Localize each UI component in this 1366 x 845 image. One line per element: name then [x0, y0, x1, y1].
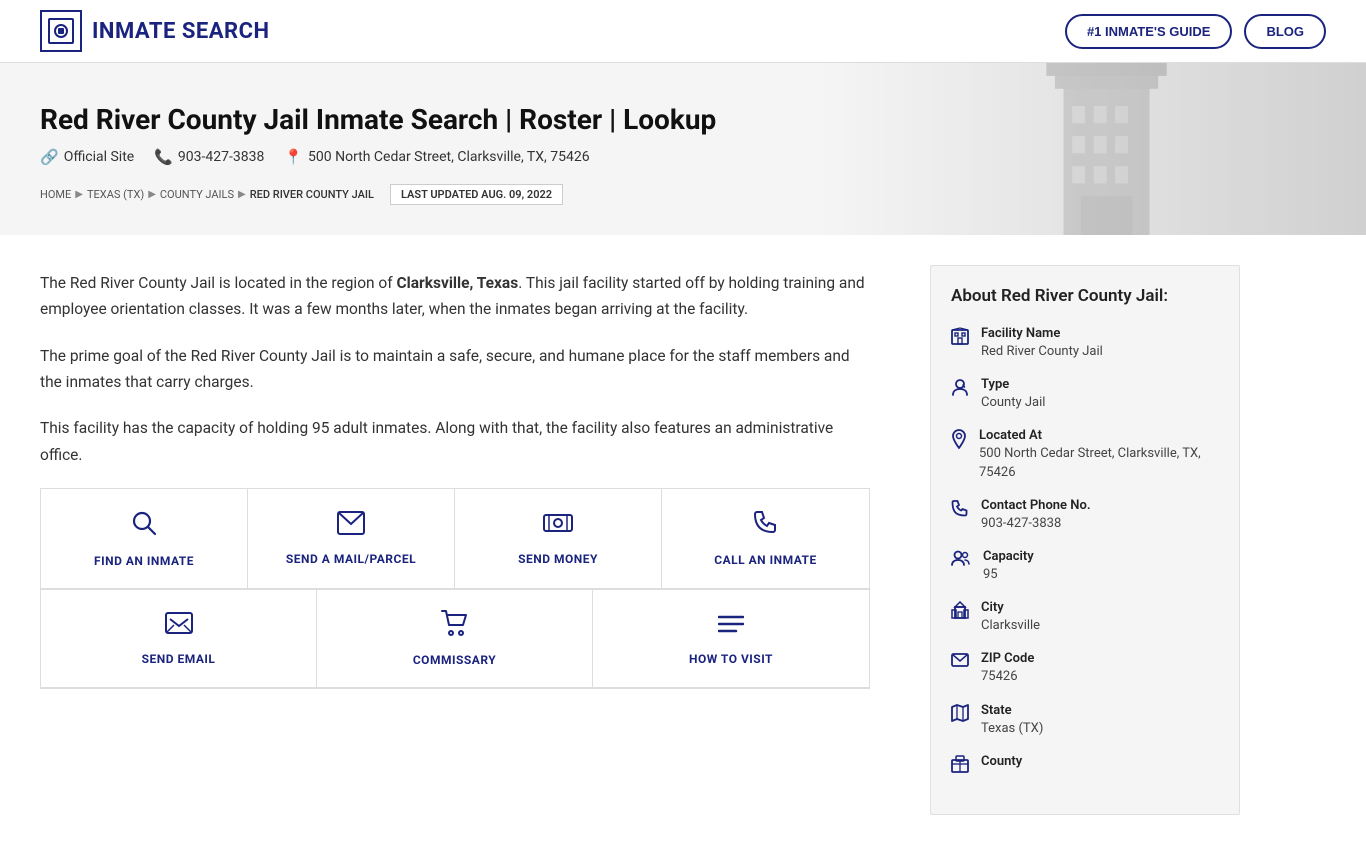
- hero-phone: 903-427-3838: [178, 149, 264, 165]
- call-icon: [753, 510, 779, 543]
- sidebar-phone: Contact Phone No. 903-427-3838: [951, 498, 1219, 533]
- official-site-label: Official Site: [64, 149, 135, 165]
- sidebar-facility-name: Facility Name Red River County Jail: [951, 326, 1219, 361]
- sidebar-phone-icon: [951, 499, 969, 522]
- breadcrumb-county-jails[interactable]: COUNTY JAILS: [160, 188, 234, 201]
- action-grid-row2: SEND EMAIL COMMISSARY: [40, 590, 870, 689]
- sidebar-zip: ZIP Code 75426: [951, 651, 1219, 686]
- action-find-inmate[interactable]: FIND AN INMATE: [41, 489, 248, 589]
- breadcrumb-updated: LAST UPDATED AUG. 09, 2022: [390, 184, 563, 205]
- action-send-mail[interactable]: SEND A MAIL/PARCEL: [248, 489, 455, 589]
- guide-button[interactable]: #1 INMATE'S GUIDE: [1065, 14, 1232, 49]
- address-meta: 📍 500 North Cedar Street, Clarksville, T…: [284, 148, 589, 166]
- breadcrumb-sep-2: ▶: [148, 189, 156, 200]
- main-content: The Red River County Jail is located in …: [40, 235, 910, 845]
- phone-label: Contact Phone No.: [981, 498, 1091, 513]
- search-icon: [130, 509, 158, 544]
- type-label: Type: [981, 377, 1045, 392]
- mail-icon: [337, 511, 365, 542]
- money-icon: [543, 511, 573, 542]
- location-value: 500 North Cedar Street, Clarksville, TX,…: [979, 445, 1219, 481]
- pin-icon: [951, 429, 967, 454]
- sidebar-city: City Clarksville: [951, 600, 1219, 635]
- commissary-label: COMMISSARY: [413, 653, 496, 667]
- how-to-visit-label: HOW TO VISIT: [689, 652, 773, 666]
- logo-link[interactable]: INMATE SEARCH: [40, 10, 270, 52]
- paragraph-2: The prime goal of the Red River County J…: [40, 343, 870, 396]
- sidebar-card: About Red River County Jail: Facility Na…: [930, 265, 1240, 815]
- cart-icon: [441, 610, 469, 643]
- sidebar-location: Located At 500 North Cedar Street, Clark…: [951, 428, 1219, 481]
- action-commissary[interactable]: COMMISSARY: [317, 590, 593, 688]
- city-icon: [951, 601, 969, 624]
- capacity-value: 95: [983, 566, 1034, 584]
- action-send-email[interactable]: SEND EMAIL: [41, 590, 317, 688]
- action-grid-row1: FIND AN INMATE SEND A MAIL/PARCEL: [40, 488, 870, 590]
- call-inmate-label: CALL AN INMATE: [714, 553, 817, 567]
- breadcrumb-texas[interactable]: TEXAS (TX): [87, 188, 144, 201]
- breadcrumb: HOME ▶ TEXAS (TX) ▶ COUNTY JAILS ▶ RED R…: [40, 184, 1326, 205]
- state-label: State: [981, 703, 1043, 718]
- sidebar-capacity: Capacity 95: [951, 549, 1219, 584]
- logo-icon: [40, 10, 82, 52]
- action-how-to-visit[interactable]: HOW TO VISIT: [593, 590, 869, 688]
- county-label: County: [981, 754, 1022, 769]
- zip-icon: [951, 652, 969, 673]
- sidebar-title: About Red River County Jail:: [951, 286, 1219, 306]
- facility-name-value: Red River County Jail: [981, 343, 1103, 361]
- facility-name-label: Facility Name: [981, 326, 1103, 341]
- zip-label: ZIP Code: [981, 651, 1034, 666]
- city-label: City: [981, 600, 1040, 615]
- sidebar: About Red River County Jail: Facility Na…: [910, 235, 1240, 845]
- county-icon: [951, 755, 969, 778]
- sidebar-county: County: [951, 754, 1219, 778]
- site-title: INMATE SEARCH: [92, 19, 270, 44]
- phone-value: 903-427-3838: [981, 515, 1091, 533]
- breadcrumb-sep-1: ▶: [75, 189, 83, 200]
- paragraph-1: The Red River County Jail is located in …: [40, 270, 870, 323]
- building-icon: [951, 327, 969, 350]
- list-icon: [718, 612, 744, 642]
- zip-value: 75426: [981, 668, 1034, 686]
- official-site-link[interactable]: 🔗 Official Site: [40, 148, 134, 166]
- action-call-inmate[interactable]: CALL AN INMATE: [662, 489, 869, 589]
- phone-meta: 📞 903-427-3838: [154, 148, 264, 166]
- main-layout: The Red River County Jail is located in …: [0, 235, 1366, 845]
- type-value: County Jail: [981, 394, 1045, 412]
- breadcrumb-sep-3: ▶: [238, 189, 246, 200]
- capacity-icon: [951, 550, 971, 571]
- sidebar-type: Type County Jail: [951, 377, 1219, 412]
- hero-section: Red River County Jail Inmate Search | Ro…: [0, 63, 1366, 235]
- site-header: INMATE SEARCH #1 INMATE'S GUIDE BLOG: [0, 0, 1366, 63]
- main-nav: #1 INMATE'S GUIDE BLOG: [1065, 14, 1326, 49]
- hero-address: 500 North Cedar Street, Clarksville, TX,…: [308, 149, 590, 165]
- link-icon: 🔗: [40, 148, 59, 166]
- location-label: Located At: [979, 428, 1219, 443]
- map-icon: [951, 704, 969, 727]
- location-icon: 📍: [284, 148, 303, 166]
- email-icon: [165, 611, 193, 642]
- find-inmate-label: FIND AN INMATE: [94, 554, 194, 568]
- type-icon: [951, 378, 969, 401]
- send-mail-label: SEND A MAIL/PARCEL: [286, 552, 416, 566]
- city-value: Clarksville: [981, 617, 1040, 635]
- breadcrumb-home[interactable]: HOME: [40, 188, 71, 201]
- send-email-label: SEND EMAIL: [142, 652, 216, 666]
- send-money-label: SEND MONEY: [518, 552, 598, 566]
- hero-meta: 🔗 Official Site 📞 903-427-3838 📍 500 Nor…: [40, 148, 1326, 166]
- bold-location: Clarksville, Texas: [397, 274, 519, 292]
- phone-icon: 📞: [154, 148, 173, 166]
- capacity-label: Capacity: [983, 549, 1034, 564]
- page-title: Red River County Jail Inmate Search | Ro…: [40, 103, 1326, 136]
- action-send-money[interactable]: SEND MONEY: [455, 489, 662, 589]
- state-value: Texas (TX): [981, 720, 1043, 738]
- sidebar-state: State Texas (TX): [951, 703, 1219, 738]
- blog-button[interactable]: BLOG: [1244, 14, 1326, 49]
- breadcrumb-current: RED RIVER COUNTY JAIL: [250, 188, 374, 201]
- paragraph-3: This facility has the capacity of holdin…: [40, 415, 870, 468]
